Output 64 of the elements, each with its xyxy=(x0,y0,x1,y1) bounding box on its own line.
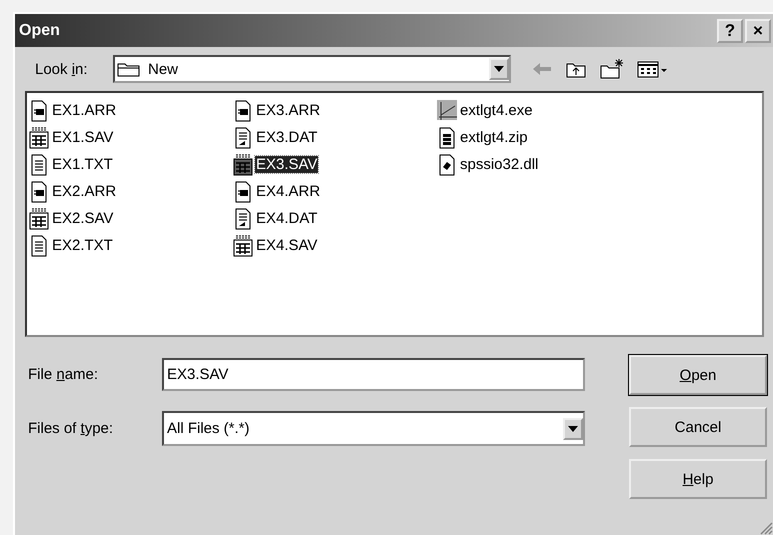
document-icon xyxy=(29,180,49,202)
file-name: EX2.ARR xyxy=(51,183,118,200)
file-name: EX3.DAT xyxy=(255,129,318,146)
file-name: EX1.ARR xyxy=(51,102,118,119)
file-type-dropdown[interactable]: All Files (*.*) xyxy=(162,411,585,446)
file-list[interactable]: EX1.ARR EX1.SAV EX1.TXT EX2.ARR EX2.SAV EX2.TXT EX3.ARR EX3.DAT EX3.SAV EX4.ARR EX4.DAT EX4.SAV extlgt4.exe extlgt4.zip spssio32.dll xyxy=(25,91,764,337)
library-file-icon xyxy=(437,154,457,176)
file-item[interactable]: spssio32.dll xyxy=(437,151,641,178)
file-item[interactable]: extlgt4.zip xyxy=(437,124,641,151)
file-name: extlgt4.exe xyxy=(459,102,534,119)
chart-icon xyxy=(437,100,457,122)
file-name: EX2.SAV xyxy=(51,210,114,227)
look-in-label: Look in: xyxy=(35,60,89,78)
file-name: EX1.SAV xyxy=(51,129,114,146)
file-item[interactable]: EX4.ARR xyxy=(233,178,437,205)
file-item[interactable]: EX1.SAV xyxy=(29,124,233,151)
file-item[interactable]: EX2.SAV xyxy=(29,205,233,232)
spreadsheet-icon xyxy=(29,126,49,148)
spreadsheet-icon xyxy=(233,154,253,176)
file-name: extlgt4.zip xyxy=(459,129,529,146)
file-name-label: File name: xyxy=(28,366,100,383)
window-title: Open xyxy=(19,22,60,40)
file-item[interactable]: EX4.SAV xyxy=(233,232,437,259)
file-name: EX4.ARR xyxy=(255,183,322,200)
close-button[interactable]: × xyxy=(745,18,771,42)
file-item[interactable]: EX1.ARR xyxy=(29,97,233,124)
folder-icon xyxy=(117,61,141,77)
file-type-label: Files of type: xyxy=(28,420,114,437)
dialog-button[interactable]: Help xyxy=(629,459,767,499)
document-icon xyxy=(29,100,49,122)
dialog-button[interactable]: Open xyxy=(629,355,767,395)
file-item[interactable]: extlgt4.exe xyxy=(437,97,641,124)
help-button[interactable]: ? xyxy=(717,18,743,42)
view-menu-icon[interactable] xyxy=(637,60,669,78)
new-folder-icon[interactable] xyxy=(599,58,625,80)
file-item[interactable]: EX3.SAV xyxy=(233,151,437,178)
text-file-icon xyxy=(29,234,49,256)
file-item[interactable]: EX2.ARR xyxy=(29,178,233,205)
data-file-icon xyxy=(233,208,253,230)
text-file-icon xyxy=(29,154,49,176)
file-item[interactable]: EX3.DAT xyxy=(233,124,437,151)
file-name: EX1.TXT xyxy=(51,156,114,173)
resize-grip-icon[interactable] xyxy=(759,521,773,535)
file-item[interactable]: EX4.DAT xyxy=(233,205,437,232)
document-icon xyxy=(233,100,253,122)
file-item[interactable]: EX1.TXT xyxy=(29,151,233,178)
file-item[interactable]: EX2.TXT xyxy=(29,232,233,259)
file-name: EX4.DAT xyxy=(255,210,318,227)
look-in-value: New xyxy=(147,60,180,78)
file-name-field[interactable]: EX3.SAV xyxy=(162,358,585,391)
spreadsheet-icon xyxy=(29,208,49,230)
dialog-button[interactable]: Cancel xyxy=(629,407,767,447)
file-name: EX4.SAV xyxy=(255,237,318,254)
file-item[interactable]: EX3.ARR xyxy=(233,97,437,124)
data-file-icon xyxy=(233,126,253,148)
file-name: EX3.ARR xyxy=(255,102,322,119)
archive-icon xyxy=(437,126,457,148)
document-icon xyxy=(233,180,253,202)
file-type-value: All Files (*.*) xyxy=(166,420,251,437)
look-in-dropdown[interactable]: New xyxy=(113,55,511,83)
file-name: EX2.TXT xyxy=(51,237,114,254)
file-name: EX3.SAV xyxy=(255,156,318,173)
spreadsheet-icon xyxy=(233,234,253,256)
file-name: spssio32.dll xyxy=(459,156,540,173)
